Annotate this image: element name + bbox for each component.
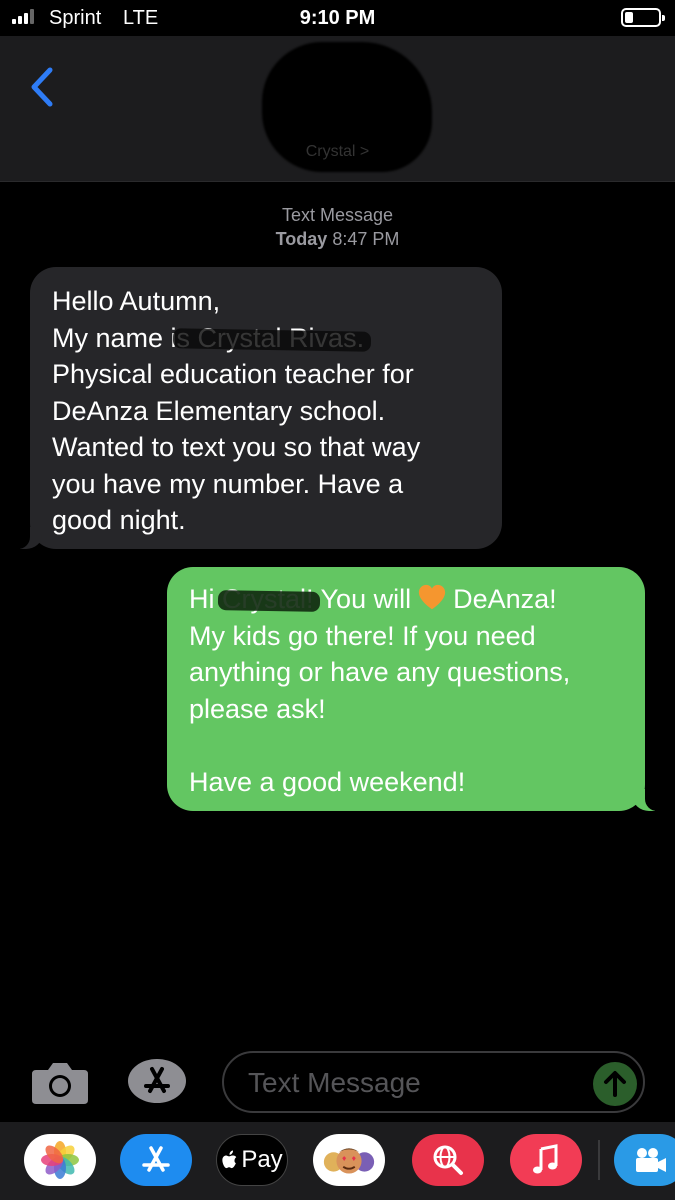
apple-pay-app-button[interactable]: Pay: [216, 1134, 288, 1186]
photos-icon: [41, 1141, 79, 1179]
message-line: My kids go there! If you need: [189, 620, 536, 651]
redacted-name: s Crystal Rivas.: [177, 320, 365, 357]
app-store-icon: [128, 1059, 186, 1103]
memoji-app-button[interactable]: [313, 1134, 385, 1186]
message-line: My name is Crystal Rivas.: [52, 320, 480, 357]
memoji-icon: [323, 1148, 375, 1174]
send-button[interactable]: [593, 1062, 637, 1106]
apple-pay-label: Pay: [241, 1146, 283, 1173]
timestamp-time: 8:47 PM: [332, 229, 400, 249]
message-line: Wanted to text you so that way: [52, 432, 421, 462]
message-input[interactable]: Text Message: [222, 1051, 645, 1113]
message-line: good night.: [52, 505, 186, 535]
battery-icon: [621, 8, 665, 27]
conversation-header: Crystal >: [0, 36, 675, 182]
music-note-icon: [533, 1144, 558, 1174]
message-line: DeAnza Elementary school.: [52, 395, 386, 426]
contact-name[interactable]: Crystal >: [0, 143, 675, 161]
app-store-icon: [142, 1146, 170, 1172]
thread-meta: Text Message Today 8:47 PM: [0, 203, 675, 251]
app-store-button[interactable]: [126, 1057, 188, 1105]
outgoing-message-bubble[interactable]: Hi Crystal! You will DeAnza! My kids go t…: [167, 567, 667, 811]
service-label: Text Message: [281, 205, 394, 225]
drawer-divider: [598, 1140, 600, 1180]
clips-app-button[interactable]: [614, 1134, 675, 1186]
app-store-app-button[interactable]: [120, 1134, 192, 1186]
message-line: Hi Crystal! You will DeAnza!: [189, 581, 623, 618]
incoming-message-bubble[interactable]: Hello Autumn, My name is Crystal Rivas. …: [8, 267, 502, 549]
status-bar: Sprint LTE 9:10 PM: [0, 0, 675, 36]
status-time: 9:10 PM: [299, 7, 376, 29]
orange-heart-icon: [418, 584, 446, 610]
message-line: Hello Autumn,: [52, 286, 221, 316]
chevron-left-icon: [31, 67, 53, 107]
redacted-name: Crystal!: [222, 581, 314, 618]
message-timestamp: Today 8:47 PM: [0, 227, 675, 251]
timestamp-day: Today: [275, 229, 328, 249]
message-line: Physical education teacher for: [52, 359, 414, 389]
message-line: anything or have any questions,: [189, 657, 571, 687]
camera-icon: [32, 1063, 88, 1104]
message-input-placeholder: Text Message: [248, 1067, 421, 1098]
video-camera-icon: [636, 1148, 666, 1172]
globe-search-icon: [433, 1145, 463, 1175]
back-button[interactable]: [24, 62, 64, 112]
music-app-button[interactable]: [510, 1134, 582, 1186]
message-line: you have my number. Have a: [52, 468, 404, 499]
message-line: please ask!: [189, 693, 326, 724]
apple-logo-icon: [222, 1150, 237, 1169]
message-line: Have a good weekend!: [189, 766, 466, 797]
web-images-app-button[interactable]: [412, 1134, 484, 1186]
photos-app-button[interactable]: [24, 1134, 96, 1186]
arrow-up-icon: [604, 1071, 626, 1097]
camera-button[interactable]: [30, 1060, 90, 1106]
imessage-app-drawer: Pay: [0, 1122, 675, 1200]
